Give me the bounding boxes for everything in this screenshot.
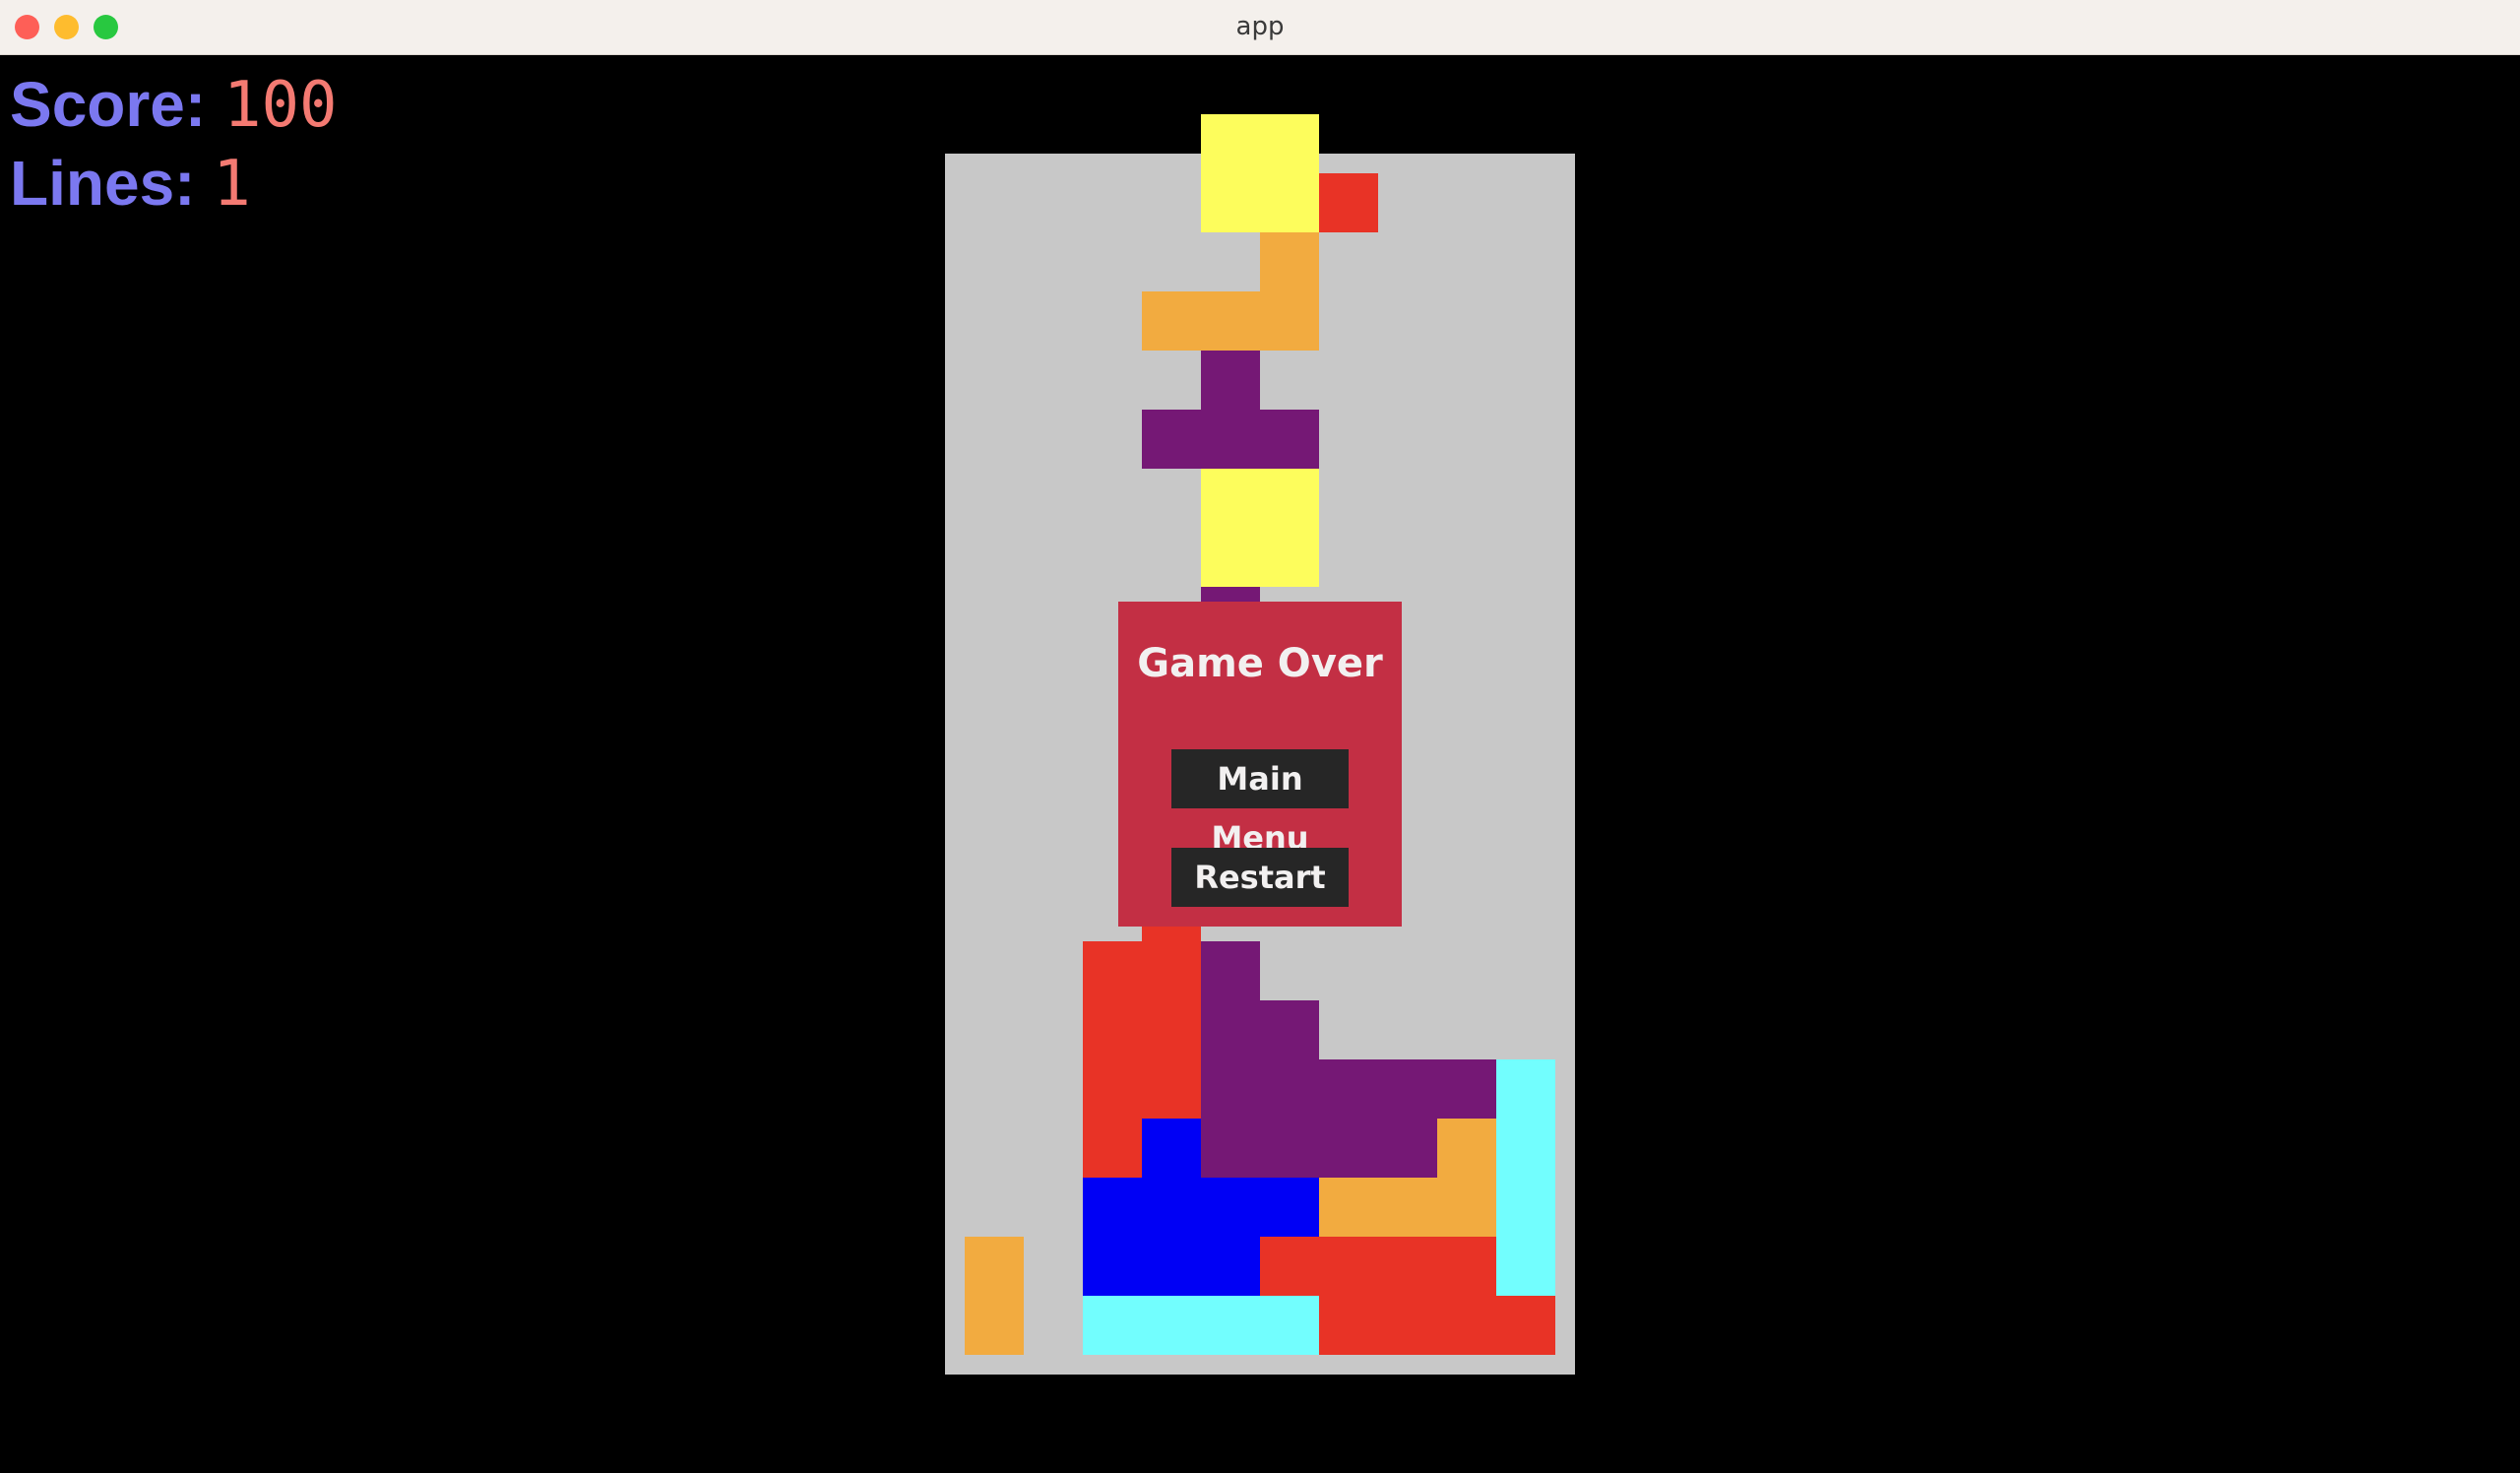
game-over-title: Game Over	[1137, 641, 1383, 686]
board-cell	[1319, 1059, 1378, 1119]
board-cell	[965, 1296, 1024, 1355]
board-cell	[1201, 941, 1260, 1000]
board-cell	[1201, 528, 1260, 587]
main-menu-button[interactable]: Main Menu	[1171, 749, 1349, 857]
board-cell	[1083, 1178, 1142, 1237]
board-cell	[1260, 469, 1319, 528]
board-cell	[1083, 941, 1142, 1000]
board-cell	[1083, 1237, 1142, 1296]
board-cell	[1437, 1178, 1496, 1237]
board-cell	[1201, 1178, 1260, 1237]
board-cell	[1142, 1296, 1201, 1355]
board-cell	[1142, 1119, 1201, 1178]
board-cell	[1437, 1059, 1496, 1119]
board-cell	[1260, 410, 1319, 469]
board-cell	[1201, 173, 1260, 232]
board-cell	[1496, 1119, 1555, 1178]
board-cell	[1142, 941, 1201, 1000]
board-cell	[1496, 1059, 1555, 1119]
board-cell	[1260, 1178, 1319, 1237]
board-cell	[1201, 291, 1260, 351]
title-bar: app	[0, 0, 2520, 55]
board-cell	[965, 1237, 1024, 1296]
board-cell	[1083, 1059, 1142, 1119]
board-cell	[1260, 528, 1319, 587]
board-cell	[1378, 1119, 1437, 1178]
board-cell	[1142, 1237, 1201, 1296]
board-cell	[1378, 1296, 1437, 1355]
score-label: Score:	[10, 69, 207, 140]
board-cell	[1201, 351, 1260, 410]
board-cell	[1260, 1237, 1319, 1296]
board-cell	[1496, 1296, 1555, 1355]
board-cell	[1201, 114, 1260, 173]
board-cell	[1260, 1119, 1319, 1178]
board-cell	[1201, 410, 1260, 469]
board-cell	[1260, 291, 1319, 351]
board-cell	[1260, 114, 1319, 173]
board-cell	[1378, 1237, 1437, 1296]
board-cell	[1142, 1059, 1201, 1119]
board-cell	[1496, 1178, 1555, 1237]
board-cell	[1142, 1178, 1201, 1237]
board-cell	[1496, 1237, 1555, 1296]
board-cell	[1142, 291, 1201, 351]
board-cell	[1319, 1237, 1378, 1296]
board-cell	[1319, 173, 1378, 232]
board-cell	[1260, 1296, 1319, 1355]
board-cell	[1201, 1000, 1260, 1059]
score-panel: Score: 100 Lines: 1	[10, 65, 338, 223]
board-cell	[1201, 1296, 1260, 1355]
window-title: app	[1235, 12, 1285, 41]
score-value: 100	[222, 69, 338, 142]
lines-value: 1	[213, 148, 251, 221]
board-cell	[1437, 1296, 1496, 1355]
lines-row: Lines: 1	[10, 144, 338, 223]
board-cell	[1201, 1059, 1260, 1119]
board-cell	[1260, 173, 1319, 232]
board-cell	[1319, 1296, 1378, 1355]
board-cell	[1083, 1000, 1142, 1059]
lines-label: Lines:	[10, 148, 196, 219]
board-cell	[1319, 1119, 1378, 1178]
restart-button[interactable]: Restart	[1171, 848, 1349, 907]
board-cell	[1083, 1296, 1142, 1355]
board-cell	[1378, 1178, 1437, 1237]
app-window: app Score: 100 Lines: 1 Game Over Main M…	[0, 0, 2520, 1473]
board-cell	[1378, 1059, 1437, 1119]
board-cell	[1319, 1178, 1378, 1237]
board-cell	[1142, 410, 1201, 469]
score-row: Score: 100	[10, 65, 338, 144]
board-cell	[1201, 469, 1260, 528]
board-cell	[1083, 1119, 1142, 1178]
board-cell	[1201, 1237, 1260, 1296]
board-cell	[1201, 1119, 1260, 1178]
board-cell	[1437, 1237, 1496, 1296]
board-cell	[1437, 1119, 1496, 1178]
game-over-dialog: Game Over Main Menu Restart	[1118, 602, 1402, 927]
board-cell	[1260, 1000, 1319, 1059]
board-cell	[1260, 232, 1319, 291]
board-cell	[1142, 1000, 1201, 1059]
board-cell	[1260, 1059, 1319, 1119]
